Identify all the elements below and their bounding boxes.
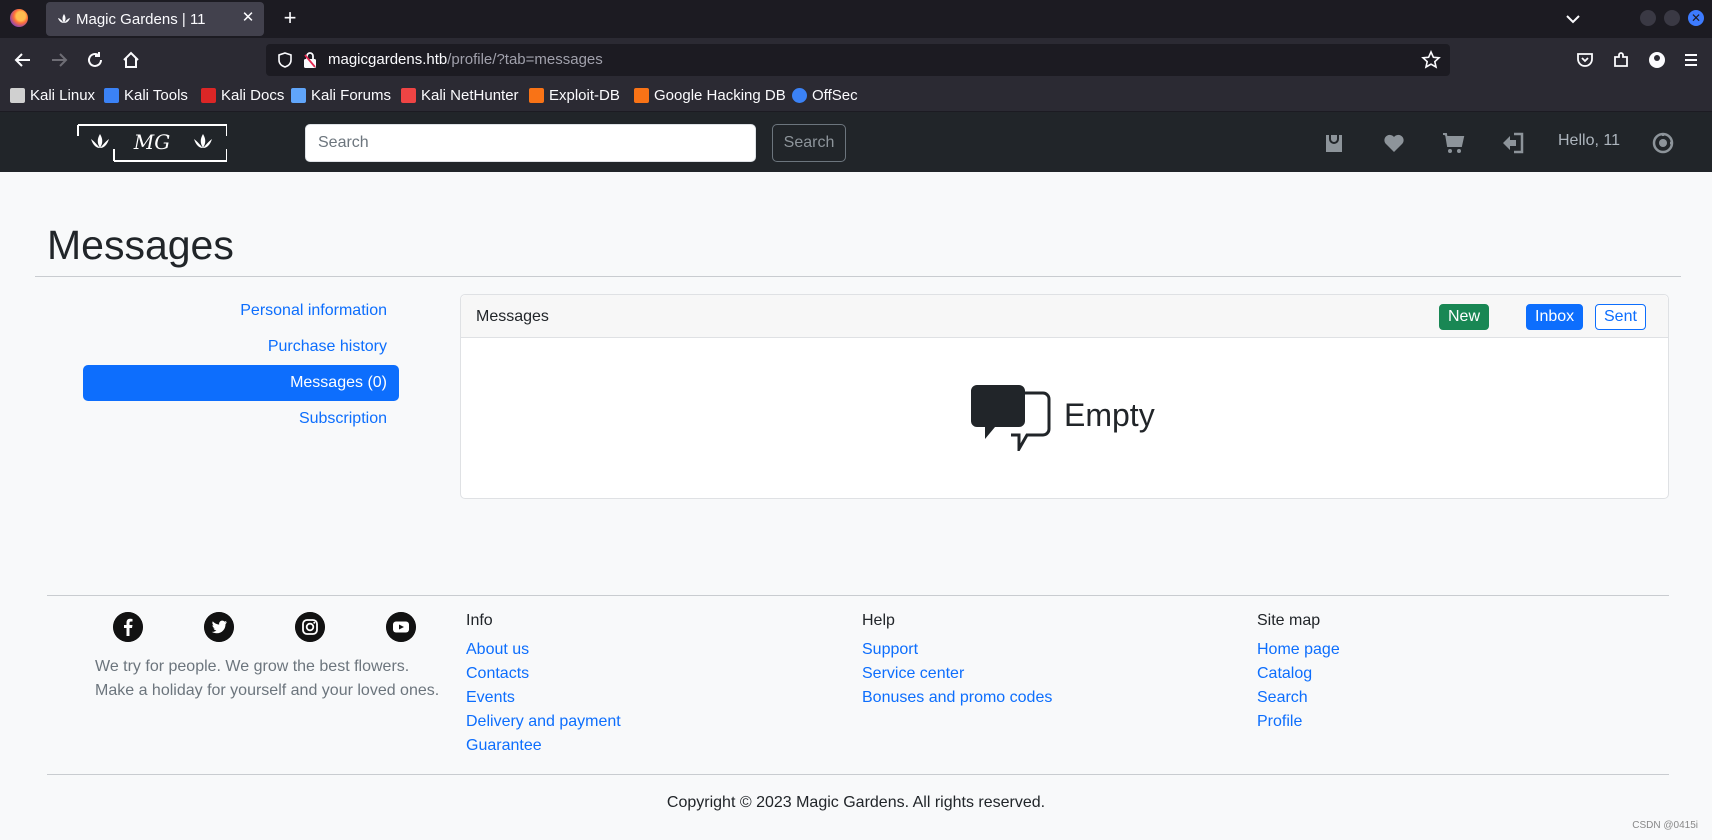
kali-tools-icon <box>104 88 119 103</box>
watermark-text: CSDN @0415i <box>1632 820 1698 831</box>
footer-link-service-center[interactable]: Service center <box>862 665 964 683</box>
page-title: Messages <box>47 222 234 268</box>
footer-link-search[interactable]: Search <box>1257 689 1308 707</box>
empty-state-text: Empty <box>1064 397 1155 433</box>
footer-link-home-page[interactable]: Home page <box>1257 641 1340 659</box>
minimize-icon[interactable] <box>1640 10 1656 26</box>
sent-button[interactable]: Sent <box>1595 304 1646 330</box>
footer-heading-help: Help <box>862 612 895 629</box>
user-greeting: Hello, 11 <box>1558 132 1620 149</box>
search-button[interactable]: Search <box>772 124 846 162</box>
footer-link-bonuses[interactable]: Bonuses and promo codes <box>862 689 1052 707</box>
copyright-text: Copyright © 2023 Magic Gardens. All righ… <box>666 794 1046 811</box>
footer-link-delivery-and-payment[interactable]: Delivery and payment <box>466 713 621 731</box>
card-title: Messages <box>476 308 549 325</box>
bookmark-kali-linux[interactable]: Kali Linux <box>10 87 95 104</box>
menu-icon[interactable] <box>1680 49 1702 71</box>
shield-icon[interactable] <box>276 51 294 69</box>
logout-icon[interactable] <box>1501 131 1525 155</box>
sidebar-item-purchase-history[interactable]: Purchase history <box>83 329 399 365</box>
sidebar-item-personal-information[interactable]: Personal information <box>83 293 399 329</box>
new-tab-icon[interactable]: + <box>278 6 302 30</box>
bookmark-kali-docs[interactable]: Kali Docs <box>201 87 284 104</box>
shopping-bag-icon[interactable] <box>1322 131 1346 155</box>
footer-tagline: We try for people. We grow the best flow… <box>95 655 455 703</box>
kali-forums-icon <box>291 88 306 103</box>
cart-icon[interactable] <box>1442 131 1466 155</box>
bookmark-offsec[interactable]: OffSec <box>792 87 858 104</box>
heart-icon[interactable] <box>1382 131 1406 155</box>
footer-heading-info: Info <box>466 612 493 629</box>
tagline-line-1: We try for people. We grow the best flow… <box>95 658 410 675</box>
exploit-db-icon <box>529 88 544 103</box>
pocket-icon[interactable] <box>1574 49 1596 71</box>
browser-tab-bar: Magic Gardens | 11 ✕ + ✕ <box>0 0 1712 38</box>
divider <box>35 276 1681 277</box>
tagline-line-2: Make a holiday for yourself and your lov… <box>95 682 440 699</box>
account-icon[interactable] <box>1646 49 1668 71</box>
extensions-icon[interactable] <box>1610 49 1632 71</box>
footer-bottom-divider <box>47 774 1669 775</box>
footer-divider <box>47 595 1669 596</box>
twitter-icon[interactable] <box>204 612 234 642</box>
sidebar-item-subscription[interactable]: Subscription <box>83 401 399 437</box>
home-icon[interactable] <box>120 49 142 71</box>
url-text: magicgardens.htb/profile/?tab=messages <box>328 51 603 68</box>
lock-icon[interactable] <box>302 51 318 69</box>
back-icon[interactable] <box>12 49 34 71</box>
bookmark-google-hacking-db[interactable]: Google Hacking DB <box>634 87 786 104</box>
facebook-icon[interactable] <box>113 612 143 642</box>
youtube-icon[interactable] <box>386 612 416 642</box>
footer-link-support[interactable]: Support <box>862 641 918 659</box>
logo-text: MG <box>133 130 170 154</box>
tab-title: Magic Gardens | 11 <box>76 11 206 28</box>
bookmark-kali-nethunter[interactable]: Kali NetHunter <box>401 87 519 104</box>
footer-heading-site-map: Site map <box>1257 612 1321 629</box>
sidebar-item-messages[interactable]: Messages (0) <box>83 365 399 401</box>
reload-icon[interactable] <box>84 49 106 71</box>
maximize-icon[interactable] <box>1664 10 1680 26</box>
inbox-button[interactable]: Inbox <box>1526 304 1584 330</box>
footer-link-catalog[interactable]: Catalog <box>1257 665 1312 683</box>
messages-card: Messages New Inbox Sent Empty <box>460 294 1669 499</box>
browser-tab[interactable]: Magic Gardens | 11 ✕ <box>46 2 264 36</box>
star-icon[interactable] <box>1420 49 1442 71</box>
nethunter-icon <box>401 88 416 103</box>
bookmark-kali-forums[interactable]: Kali Forums <box>291 87 391 104</box>
new-message-button[interactable]: New <box>1439 304 1490 330</box>
bookmark-kali-tools[interactable]: Kali Tools <box>104 87 188 104</box>
footer-link-about-us[interactable]: About us <box>466 641 529 659</box>
instagram-icon[interactable] <box>295 612 325 642</box>
footer-link-contacts[interactable]: Contacts <box>466 665 529 683</box>
close-tab-icon[interactable]: ✕ <box>238 8 258 28</box>
url-bar[interactable]: magicgardens.htb/profile/?tab=messages <box>266 44 1450 76</box>
browser-toolbar: magicgardens.htb/profile/?tab=messages <box>0 38 1712 82</box>
ghdb-icon <box>634 88 649 103</box>
bookmarks-bar: Kali Linux Kali Tools Kali Docs Kali For… <box>0 82 1712 112</box>
bookmark-exploit-db[interactable]: Exploit-DB <box>529 87 620 104</box>
footer-link-events[interactable]: Events <box>466 689 515 707</box>
site-header: MG Search Hello, 11 <box>0 112 1712 172</box>
search-input[interactable] <box>305 124 756 162</box>
offsec-icon <box>792 88 807 103</box>
settings-icon[interactable] <box>1651 131 1675 155</box>
chevron-down-icon[interactable] <box>1562 8 1584 30</box>
lotus-icon <box>58 14 70 23</box>
footer-link-guarantee[interactable]: Guarantee <box>466 737 542 755</box>
chat-bubbles-icon <box>971 385 1051 451</box>
firefox-icon[interactable] <box>10 9 28 27</box>
window-close-icon[interactable]: ✕ <box>1688 10 1704 26</box>
kali-dragon-icon <box>10 88 25 103</box>
kali-docs-icon <box>201 88 216 103</box>
footer-link-profile[interactable]: Profile <box>1257 713 1302 731</box>
card-header: Messages New Inbox Sent <box>461 295 1668 338</box>
forward-icon[interactable] <box>48 49 70 71</box>
magic-gardens-logo[interactable]: MG <box>77 124 227 162</box>
